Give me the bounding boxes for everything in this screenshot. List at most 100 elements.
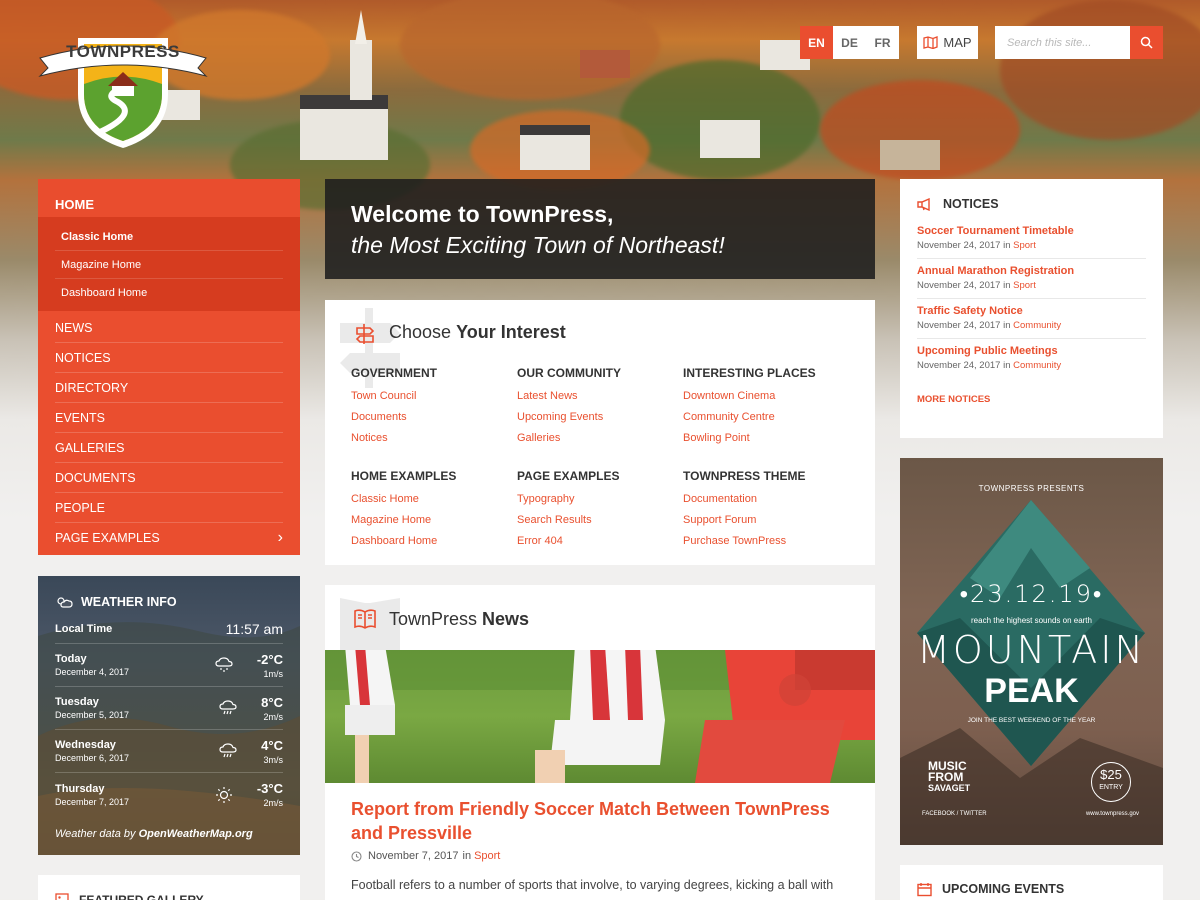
interest-link[interactable]: Latest News bbox=[517, 386, 683, 407]
weather-day-row: Thursday December 7, 2017 -3°C 2m/s bbox=[55, 773, 283, 816]
interest-link[interactable]: Documents bbox=[351, 407, 517, 428]
news-title: TownPress News bbox=[389, 609, 530, 629]
lang-de[interactable]: DE bbox=[833, 26, 866, 59]
nav-item-directory[interactable]: DIRECTORY bbox=[55, 373, 283, 403]
interest-title: Choose Your Interest bbox=[389, 322, 566, 342]
nav-item-news[interactable]: NEWS bbox=[55, 313, 283, 343]
notice-category-link[interactable]: Community bbox=[1013, 360, 1061, 371]
news-headline[interactable]: Report from Friendly Soccer Match Betwee… bbox=[351, 797, 861, 845]
interest-link[interactable]: Error 404 bbox=[517, 531, 683, 552]
nav-sub-dashboard-home[interactable]: Dashboard Home bbox=[55, 279, 283, 307]
weather-temp: 4°C bbox=[261, 737, 283, 753]
notice-item: Upcoming Public Meetings November 24, 20… bbox=[917, 345, 1146, 378]
interest-link[interactable]: Purchase TownPress bbox=[683, 531, 849, 552]
interest-link[interactable]: Bowling Point bbox=[683, 428, 849, 449]
interest-link[interactable]: Galleries bbox=[517, 428, 683, 449]
weather-day-name: Today bbox=[55, 653, 87, 665]
weather-credit-link[interactable]: OpenWeatherMap.org bbox=[139, 828, 253, 840]
notices-widget: NOTICES Soccer Tournament Timetable Nove… bbox=[900, 179, 1163, 438]
notice-category-link[interactable]: Sport bbox=[1013, 280, 1036, 291]
interest-link[interactable]: Town Council bbox=[351, 386, 517, 407]
map-button[interactable]: MAP bbox=[917, 26, 978, 59]
notice-category-link[interactable]: Sport bbox=[1013, 240, 1036, 251]
logo-wordmark: TOWNPRESS bbox=[66, 42, 180, 61]
lang-en[interactable]: EN bbox=[800, 26, 833, 59]
more-notices-link[interactable]: MORE NOTICES bbox=[917, 394, 1146, 405]
rain-cloud-icon bbox=[219, 743, 237, 758]
event-poster-banner[interactable]: TOWNPRESS PRESENTS •23.12.19• reach the … bbox=[900, 458, 1163, 845]
megaphone-icon bbox=[917, 197, 930, 211]
interest-column-heading: TOWNPRESS THEME bbox=[683, 469, 806, 483]
interest-column: TOWNPRESS THEME Documentation Support Fo… bbox=[683, 469, 849, 552]
poster-presents: TOWNPRESS PRESENTS bbox=[978, 484, 1085, 493]
nav-sub-magazine-home[interactable]: Magazine Home bbox=[55, 251, 283, 279]
interest-link[interactable]: Upcoming Events bbox=[517, 407, 683, 428]
weather-day-date: December 6, 2017 bbox=[55, 753, 130, 763]
clock-icon bbox=[351, 850, 362, 862]
interest-column: PAGE EXAMPLES Typography Search Results … bbox=[517, 469, 683, 552]
notice-date: November 24, 2017 bbox=[917, 360, 1001, 371]
chevron-right-icon: › bbox=[277, 529, 283, 546]
interest-link[interactable]: Magazine Home bbox=[351, 510, 517, 531]
interest-column: INTERESTING PLACES Downtown Cinema Commu… bbox=[683, 366, 849, 449]
notices-title: NOTICES bbox=[943, 197, 999, 211]
snow-cloud-icon bbox=[215, 657, 233, 672]
lang-fr[interactable]: FR bbox=[866, 26, 899, 59]
interest-column-heading: PAGE EXAMPLES bbox=[517, 469, 620, 483]
nav-item-galleries[interactable]: GALLERIES bbox=[55, 433, 283, 463]
notice-item: Annual Marathon Registration November 24… bbox=[917, 265, 1146, 299]
notice-title-link[interactable]: Upcoming Public Meetings bbox=[917, 345, 1146, 357]
news-category-link[interactable]: Sport bbox=[474, 850, 500, 862]
weather-wind: 1m/s bbox=[263, 668, 283, 679]
interest-column-heading: GOVERNMENT bbox=[351, 366, 438, 380]
welcome-subtitle: the Most Exciting Town of Northeast! bbox=[351, 232, 725, 258]
newspaper-icon bbox=[354, 609, 376, 629]
upcoming-events-widget: UPCOMING EVENTS bbox=[900, 865, 1163, 900]
news-excerpt: Football refers to a number of sports th… bbox=[351, 878, 834, 892]
interest-link[interactable]: Notices bbox=[351, 428, 517, 449]
nav-item-home[interactable]: HOME bbox=[38, 179, 300, 217]
interest-link[interactable]: Search Results bbox=[517, 510, 683, 531]
weather-day-name: Wednesday bbox=[55, 739, 116, 751]
weather-title: WEATHER INFO bbox=[81, 595, 177, 609]
weather-temp: 8°C bbox=[261, 694, 283, 710]
nav-sub-classic-home[interactable]: Classic Home bbox=[55, 223, 283, 251]
news-meta: November 7, 2017 in Sport bbox=[351, 850, 500, 862]
search-input[interactable]: Search this site... bbox=[995, 26, 1130, 59]
nav-item-events[interactable]: EVENTS bbox=[55, 403, 283, 433]
weather-day-name: Thursday bbox=[55, 782, 105, 795]
notice-category-link[interactable]: Community bbox=[1013, 320, 1061, 331]
poster-tagline: reach the highest sounds on earth bbox=[971, 616, 1092, 625]
interest-link[interactable]: Documentation bbox=[683, 489, 849, 510]
search-button[interactable] bbox=[1130, 26, 1163, 59]
interest-link[interactable]: Classic Home bbox=[351, 489, 517, 510]
nav-item-documents[interactable]: DOCUMENTS bbox=[55, 463, 283, 493]
weather-credit: Weather data by OpenWeatherMap.org bbox=[55, 828, 253, 840]
interest-link[interactable]: Support Forum bbox=[683, 510, 849, 531]
welcome-title: Welcome to TownPress, bbox=[351, 201, 614, 227]
notice-title-link[interactable]: Traffic Safety Notice bbox=[917, 305, 1146, 317]
nav-item-page-examples[interactable]: PAGE EXAMPLES › bbox=[55, 523, 283, 553]
notice-title-link[interactable]: Annual Marathon Registration bbox=[917, 265, 1146, 277]
nav-item-people[interactable]: PEOPLE bbox=[55, 493, 283, 523]
interest-link[interactable]: Downtown Cinema bbox=[683, 386, 849, 407]
nav-item-notices[interactable]: NOTICES bbox=[55, 343, 283, 373]
notice-date: November 24, 2017 bbox=[917, 240, 1001, 251]
news-photo-soccer[interactable] bbox=[325, 650, 875, 783]
weather-day-date: December 7, 2017 bbox=[55, 796, 130, 807]
weather-temp: -2°C bbox=[256, 651, 283, 667]
search-icon bbox=[1140, 36, 1153, 49]
interest-link[interactable]: Typography bbox=[517, 489, 683, 510]
poster-date: •23.12.19• bbox=[959, 580, 1104, 608]
notice-title-link[interactable]: Soccer Tournament Timetable bbox=[917, 225, 1146, 237]
notice-date: November 24, 2017 bbox=[917, 320, 1001, 331]
townpress-logo[interactable]: TOWNPRESS bbox=[38, 24, 208, 154]
poster-social: FACEBOOK / TWITTER bbox=[922, 811, 987, 817]
poster-word-mountain: MOUNTAIN bbox=[917, 628, 1146, 672]
weather-day-row: Wednesday December 6, 2017 4°C 3m/s bbox=[55, 730, 283, 773]
gallery-icon bbox=[55, 893, 69, 900]
interest-link[interactable]: Community Centre bbox=[683, 407, 849, 428]
upcoming-events-title: UPCOMING EVENTS bbox=[942, 882, 1065, 896]
featured-gallery-widget: FEATURED GALLERY bbox=[38, 875, 300, 900]
interest-link[interactable]: Dashboard Home bbox=[351, 531, 517, 552]
